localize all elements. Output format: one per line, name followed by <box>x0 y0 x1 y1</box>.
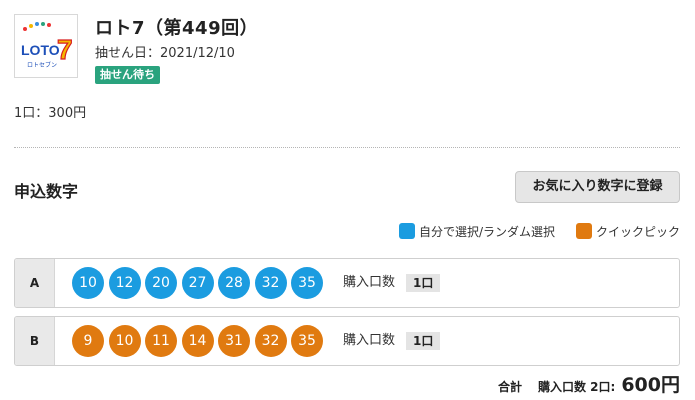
blue-swatch-icon <box>399 223 415 239</box>
number-ball: 35 <box>291 325 323 357</box>
ticket-row-b: B 9 10 11 14 31 32 35 購入口数 1口 <box>14 316 680 366</box>
number-ball: 10 <box>72 267 104 299</box>
total-summary: 合計 購入口数 2口: 600円 <box>498 370 680 397</box>
number-ball: 20 <box>145 267 177 299</box>
svg-text:ロトセブン: ロトセブン <box>27 61 57 69</box>
total-quantity: 購入口数 2口: <box>538 380 616 394</box>
total-label: 合計 <box>497 380 522 394</box>
total-amount: 600円 <box>621 374 680 396</box>
status-badge: 抽せん待ち <box>95 66 160 84</box>
number-ball: 14 <box>181 325 214 357</box>
quantity-label: 購入口数 <box>343 275 396 290</box>
legend-quick-label: クイックピック <box>596 224 681 239</box>
number-balls: 10 12 20 27 28 32 35 <box>72 267 328 299</box>
draw-date: 抽せん日：2021/12/10 <box>95 46 235 61</box>
number-balls: 9 10 11 14 31 32 35 <box>72 325 328 357</box>
number-ball: 32 <box>254 325 287 357</box>
unit-price: 1口：300円 <box>14 106 87 121</box>
divider <box>14 147 680 148</box>
quantity-value: 1口 <box>406 332 441 350</box>
orange-swatch-icon <box>576 223 592 239</box>
row-label: B <box>15 317 55 365</box>
ticket-row-a: A 10 12 20 27 28 32 35 購入口数 1口 <box>14 258 680 308</box>
page-title: ロト7（第449回） <box>95 18 259 39</box>
number-ball: 35 <box>291 267 323 299</box>
add-favorite-button[interactable]: お気に入り数字に登録 <box>515 171 680 203</box>
svg-text:LOTO: LOTO <box>21 42 60 58</box>
quantity-label: 購入口数 <box>343 333 396 348</box>
legend-self-select: 自分で選択/ランダム選択 <box>399 222 555 240</box>
section-title: 申込数字 <box>14 182 79 201</box>
number-ball: 9 <box>72 325 104 357</box>
loto7-logo: LOTO 7 ロトセブン <box>14 14 78 78</box>
legend-quick-pick: クイックピック <box>576 222 680 240</box>
number-ball: 31 <box>218 325 250 357</box>
svg-text:7: 7 <box>57 34 73 65</box>
number-ball: 10 <box>108 325 141 357</box>
number-ball: 12 <box>108 267 141 299</box>
number-ball: 28 <box>218 267 250 299</box>
number-ball: 11 <box>145 325 177 357</box>
number-ball: 32 <box>254 267 287 299</box>
number-ball: 27 <box>181 267 214 299</box>
row-label: A <box>15 259 55 307</box>
legend-self-label: 自分で選択/ランダム選択 <box>419 224 556 239</box>
quantity-value: 1口 <box>406 274 441 292</box>
